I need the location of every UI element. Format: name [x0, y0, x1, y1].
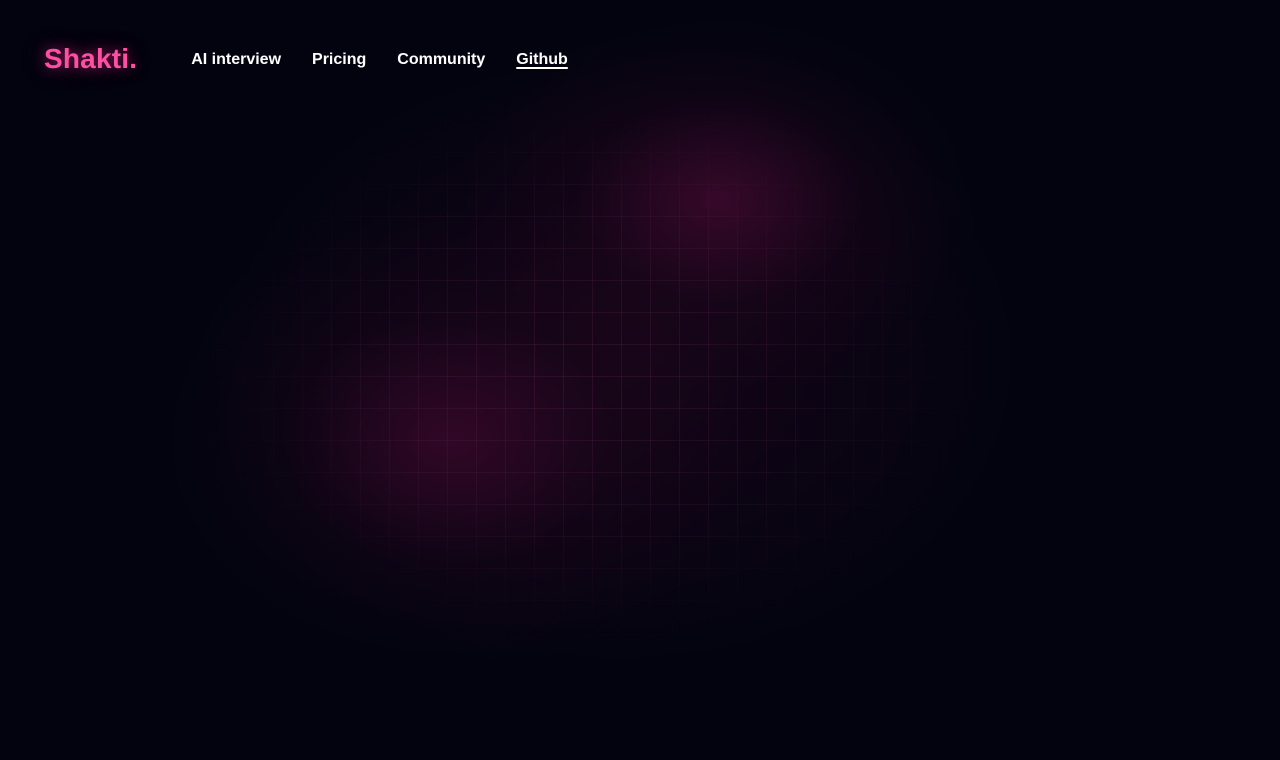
- nav-link-github[interactable]: Github: [516, 49, 568, 69]
- brand-logo[interactable]: Shakti.: [44, 43, 137, 75]
- top-navbar: Shakti. AI interview Pricing Community G…: [44, 40, 599, 78]
- nav-link-pricing[interactable]: Pricing: [312, 49, 366, 69]
- nav-link-ai-interview[interactable]: AI interview: [191, 49, 281, 69]
- page: Shakti. AI interview Pricing Community G…: [0, 0, 1280, 760]
- nav-links: AI interview Pricing Community Github: [191, 49, 599, 69]
- nav-link-community[interactable]: Community: [397, 49, 485, 69]
- background-grid: [0, 0, 1280, 760]
